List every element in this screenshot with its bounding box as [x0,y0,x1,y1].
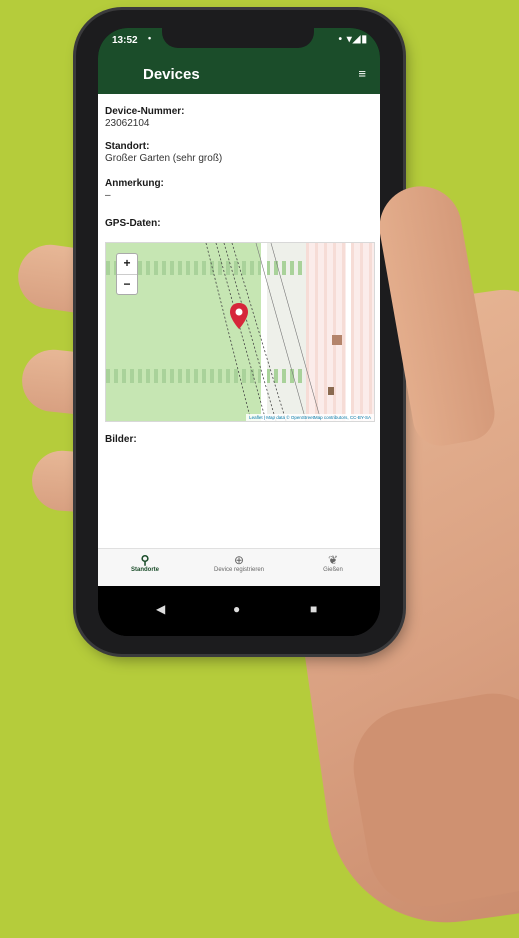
phone-screen: 13:52 • • ▾◢▮ Devices ≡ Device-Nummer: 2… [98,28,380,636]
nav-item-giessen[interactable]: ❦ Gießen [286,553,380,573]
leaf-icon: ❦ [327,553,339,567]
back-icon[interactable]: ◀ [156,602,165,616]
location-marker-icon[interactable] [230,303,248,329]
nav-item-label: Gießen [323,567,343,573]
note-label: Anmerkung: [105,178,164,189]
map-paths [205,243,342,421]
bottom-navigation: ⚲ Standorte ⊕ Device registrieren ❦ Gieß… [98,548,380,587]
note-value: – [105,190,111,201]
app-bar: Devices ≡ [98,54,380,94]
nav-item-label: Standorte [130,567,159,573]
system-navigation-bar: ◀ ● ■ [98,586,380,636]
map-attribution[interactable]: Leaflet | Map data © OpenStreetMap contr… [246,414,374,421]
page-title: Devices [143,66,200,83]
recents-icon[interactable]: ■ [310,602,317,616]
location-label: Standort: [105,141,150,152]
gps-label: GPS-Daten: [105,218,161,229]
map-zoom-control: + − [116,253,138,295]
location-pin-icon: ⚲ [140,553,150,567]
location-value: Großer Garten (sehr groß) [105,153,223,164]
zoom-in-button[interactable]: + [117,254,137,274]
status-time: 13:52 [112,35,138,46]
status-icons: • ▾◢▮ [338,34,368,45]
device-number-value: 23062104 [105,118,150,129]
home-icon[interactable]: ● [233,602,240,616]
add-circle-icon: ⊕ [233,553,245,567]
nav-item-standorte[interactable]: ⚲ Standorte [98,553,192,573]
gps-map[interactable]: + − Leaflet | Map data © OpenStreetMap c… [105,242,375,422]
menu-icon[interactable]: ≡ [358,66,366,81]
device-details: Device-Nummer: 23062104 Standort: Großer… [98,94,380,548]
nav-item-device-registrieren[interactable]: ⊕ Device registrieren [192,553,286,573]
notch [162,28,314,48]
images-label: Bilder: [105,434,137,445]
device-number-label: Device-Nummer: [105,106,185,117]
zoom-out-button[interactable]: − [117,274,137,295]
nav-item-label: Device registrieren [213,567,265,573]
notification-dot-icon: • [148,33,152,43]
